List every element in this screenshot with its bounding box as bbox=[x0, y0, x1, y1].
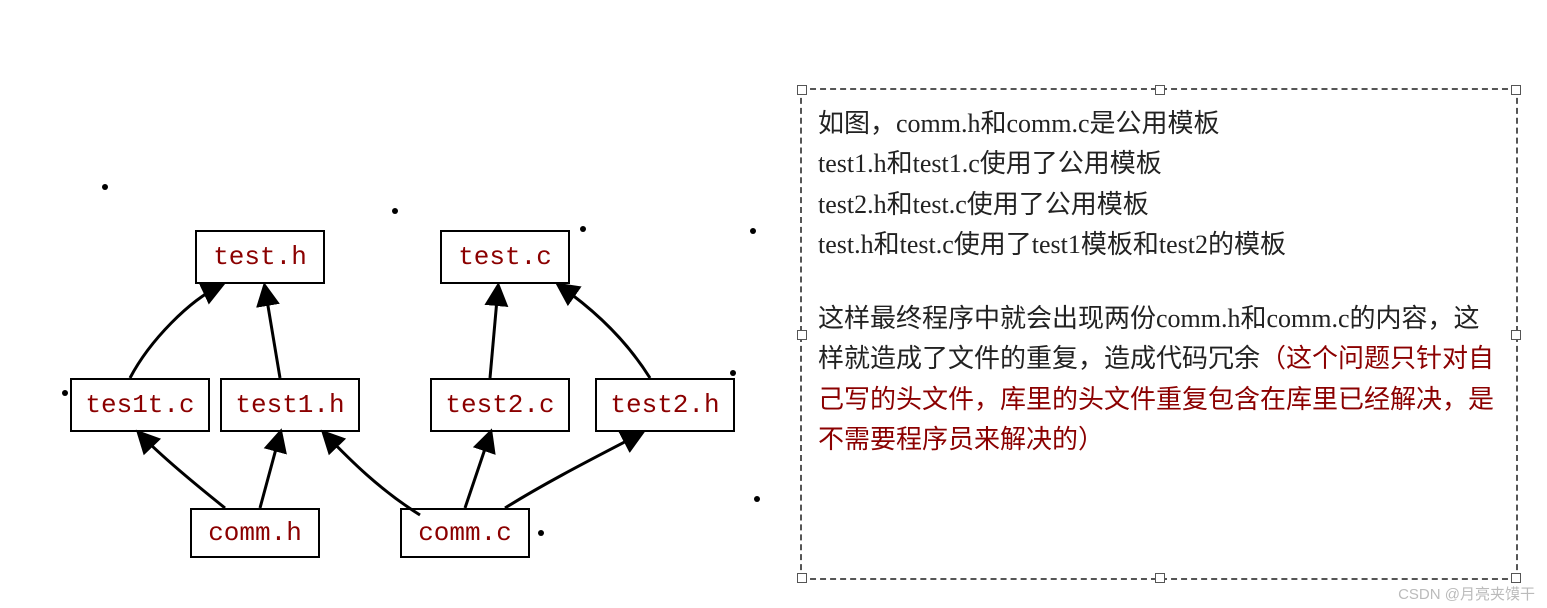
resize-handle[interactable] bbox=[1511, 85, 1521, 95]
dependency-arrows bbox=[50, 170, 780, 580]
resize-handle[interactable] bbox=[1155, 85, 1165, 95]
resize-handle[interactable] bbox=[1511, 573, 1521, 583]
diagram-area: test.h test.c tes1t.c test1.h test2.c te… bbox=[50, 170, 780, 580]
text-line: test.h和test.c使用了test1模板和test2的模板 bbox=[818, 225, 1500, 265]
text-line: 如图，comm.h和comm.c是公用模板 bbox=[818, 104, 1500, 144]
resize-handle[interactable] bbox=[1155, 573, 1165, 583]
resize-handle[interactable] bbox=[797, 330, 807, 340]
resize-handle[interactable] bbox=[1511, 330, 1521, 340]
resize-handle[interactable] bbox=[797, 85, 807, 95]
text-line: test1.h和test1.c使用了公用模板 bbox=[818, 144, 1500, 184]
text-line: test2.h和test.c使用了公用模板 bbox=[818, 185, 1500, 225]
explanation-textbox: 如图，comm.h和comm.c是公用模板 test1.h和test1.c使用了… bbox=[800, 88, 1518, 580]
watermark: CSDN @月亮夹馍干 bbox=[1398, 583, 1535, 604]
resize-handle[interactable] bbox=[797, 573, 807, 583]
